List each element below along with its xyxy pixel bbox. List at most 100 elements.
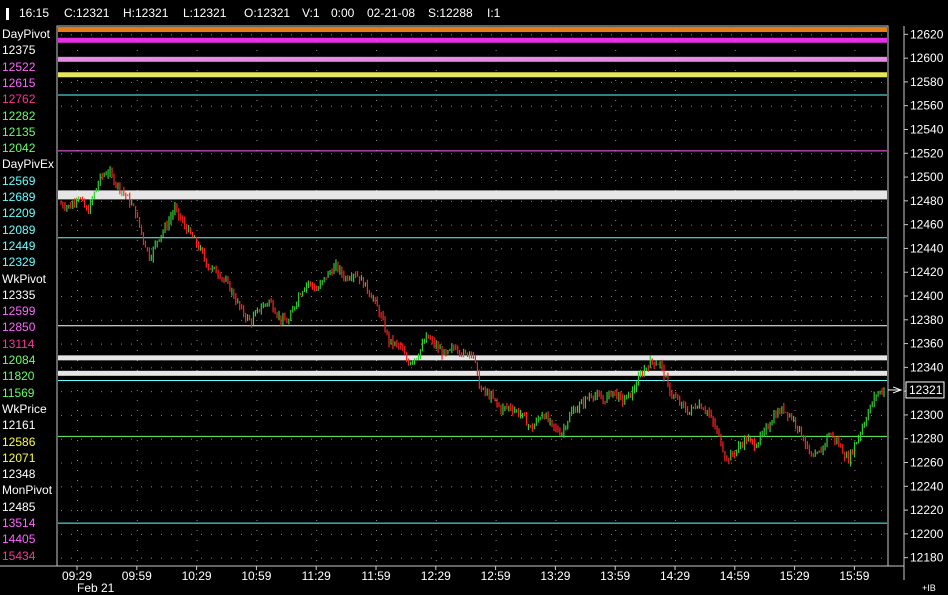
grid-dot	[671, 533, 672, 535]
grid-dot	[751, 248, 752, 250]
grid-dot	[231, 248, 232, 250]
grid-dot	[781, 438, 782, 440]
grid-dot	[281, 105, 282, 107]
grid-dot	[256, 300, 258, 301]
grid-dot	[311, 486, 312, 488]
grid-dot	[551, 533, 552, 535]
grid-dot	[101, 367, 102, 369]
grid-dot	[151, 343, 152, 345]
grid-dot	[811, 200, 812, 202]
grid-dot	[881, 462, 882, 464]
grid-dot	[731, 272, 732, 274]
grid-dot	[801, 200, 802, 202]
grid-dot	[731, 486, 732, 488]
grid-dot	[241, 510, 242, 512]
grid-dot	[91, 414, 92, 416]
grid-dot	[71, 248, 72, 250]
grid-dot	[191, 296, 192, 297]
grid-dot	[794, 460, 796, 461]
grid-dot	[495, 70, 497, 71]
grid-dot	[196, 400, 198, 401]
grid-dot	[435, 420, 437, 421]
grid-dot	[681, 486, 682, 488]
grid-dot	[741, 533, 742, 535]
grid-dot	[581, 224, 582, 226]
grid-dot	[521, 224, 522, 226]
grid-dot	[881, 105, 882, 107]
grid-dot	[61, 34, 62, 36]
grid-dot	[201, 34, 202, 36]
grid-dot	[211, 486, 212, 488]
grid-dot	[111, 367, 112, 369]
grid-dot	[621, 557, 622, 559]
grid-dot	[316, 390, 318, 391]
grid-dot	[81, 153, 82, 155]
grid-dot	[501, 533, 502, 535]
grid-dot	[791, 34, 792, 36]
price-chart[interactable]: 1262012600125801256012540125201250012480…	[0, 0, 948, 595]
grid-dot	[201, 129, 202, 131]
grid-dot	[471, 486, 472, 488]
grid-dot	[591, 153, 592, 155]
grid-dot	[501, 129, 502, 131]
grid-dot	[731, 319, 732, 321]
grid-dot	[371, 153, 372, 155]
grid-dot	[751, 105, 752, 107]
grid-dot	[691, 81, 692, 83]
grid-dot	[581, 200, 582, 202]
grid-dot	[77, 170, 78, 171]
grid-dot	[256, 440, 258, 441]
grid-dot	[421, 391, 422, 393]
grid-dot	[281, 129, 282, 131]
grid-dot	[651, 105, 652, 107]
grid-dot	[361, 367, 362, 369]
grid-dot	[291, 296, 292, 297]
grid-dot	[151, 81, 152, 83]
x-tick-label: 10:29	[182, 569, 212, 583]
grid-dot	[761, 343, 762, 345]
grid-dot	[301, 34, 302, 36]
grid-dot	[201, 272, 202, 274]
grid-dot	[161, 414, 162, 416]
grid-dot	[794, 540, 796, 541]
grid-dot	[136, 480, 138, 481]
grid-dot	[351, 200, 352, 202]
grid-dot	[171, 248, 172, 250]
grid-dot	[435, 200, 437, 201]
grid-dot	[861, 319, 862, 321]
grid-dot	[675, 350, 676, 351]
x-tick-label: 14:59	[720, 569, 750, 583]
grid-dot	[101, 105, 102, 107]
grid-dot	[675, 530, 676, 531]
grid-dot	[734, 540, 736, 541]
grid-dot	[521, 438, 522, 440]
grid-dot	[731, 367, 732, 369]
grid-dot	[675, 510, 676, 511]
grid-dot	[851, 105, 852, 107]
grid-dot	[611, 81, 612, 83]
grid-dot	[615, 410, 617, 411]
grid-dot	[821, 438, 822, 440]
grid-dot	[141, 248, 142, 250]
grid-dot	[481, 462, 482, 464]
grid-dot	[435, 140, 437, 141]
grid-dot	[331, 81, 332, 83]
grid-dot	[231, 81, 232, 83]
grid-dot	[411, 153, 412, 155]
grid-dot	[251, 177, 252, 179]
grid-dot	[471, 414, 472, 416]
grid-dot	[521, 153, 522, 155]
grid-dot	[761, 248, 762, 250]
grid-dot	[441, 486, 442, 488]
grid-dot	[381, 319, 382, 321]
x-tick-label: 09:59	[122, 569, 152, 583]
grid-dot	[721, 224, 722, 226]
grid-dot	[151, 248, 152, 250]
grid-dot	[521, 343, 522, 345]
grid-dot	[251, 557, 252, 559]
grid-dot	[61, 129, 62, 131]
grid-dot	[136, 500, 138, 501]
grid-dot	[451, 224, 452, 226]
grid-dot	[291, 367, 292, 369]
grid-dot	[411, 533, 412, 535]
